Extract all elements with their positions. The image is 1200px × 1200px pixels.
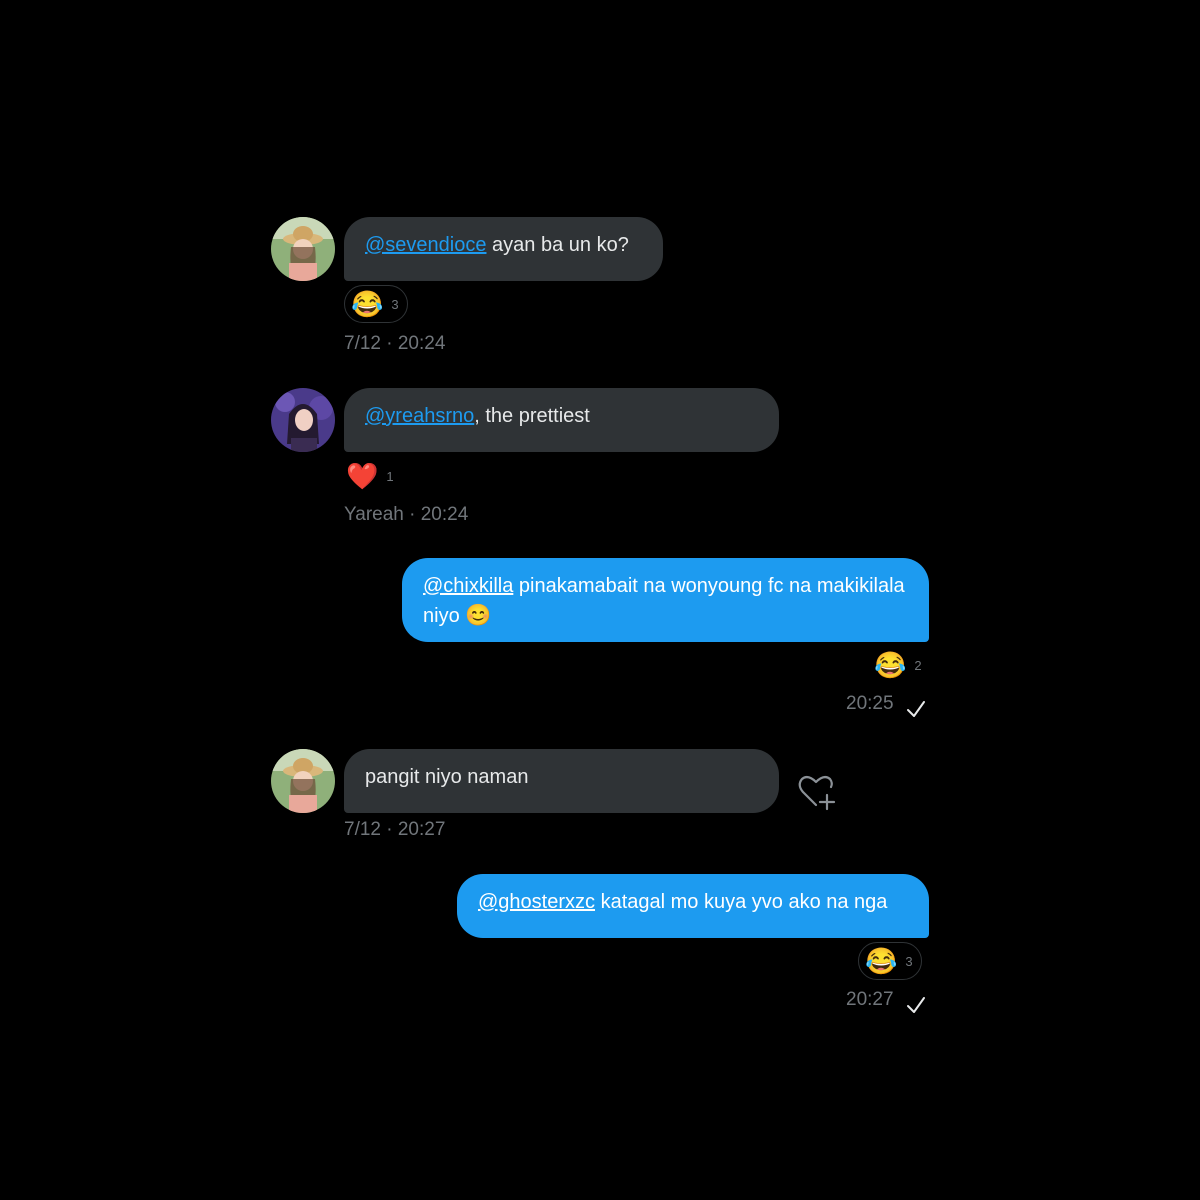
reaction-count: 3 xyxy=(905,953,913,969)
reaction-badge[interactable]: 😂 2 xyxy=(868,646,930,684)
message-timestamp: 7/12 · 20:24 xyxy=(344,333,446,354)
sent-check-icon xyxy=(907,701,925,717)
girl-in-straw-hat-avatar-icon xyxy=(271,749,335,813)
message-bubble[interactable]: @ghosterxzc katagal mo kuya yvo ako na n… xyxy=(457,874,929,938)
reaction-badge[interactable]: 😂 3 xyxy=(344,285,408,323)
message-timestamp: Yareah · 20:24 xyxy=(344,504,469,525)
message-bubble[interactable]: @chixkilla pinakamabait na wonyoung fc n… xyxy=(402,558,929,642)
girl-in-straw-hat-avatar-icon xyxy=(271,217,335,281)
message-text: pangit niyo naman xyxy=(365,766,529,788)
sender-avatar[interactable] xyxy=(271,388,335,452)
tears-of-joy-emoji: 😂 xyxy=(865,946,898,976)
message-text: katagal mo kuya yvo ako na nga xyxy=(595,891,888,913)
sender-avatar[interactable] xyxy=(271,749,335,813)
mention-link[interactable]: @yreahsrno xyxy=(365,405,474,427)
sender-avatar[interactable] xyxy=(271,217,335,281)
red-heart-emoji: ❤️ xyxy=(346,461,379,491)
mention-link[interactable]: @ghosterxzc xyxy=(478,891,595,913)
message-text: ayan ba un ko? xyxy=(486,234,629,256)
heart-plus-icon[interactable] xyxy=(795,771,837,813)
message-bubble[interactable]: pangit niyo naman xyxy=(344,749,779,813)
mention-link[interactable]: @chixkilla xyxy=(423,575,513,597)
reaction-count: 2 xyxy=(914,657,922,673)
message-text: , the prettiest xyxy=(474,405,590,427)
message-timestamp: 20:27 xyxy=(846,989,894,1010)
sent-check-icon xyxy=(907,997,925,1013)
reaction-count: 3 xyxy=(391,296,399,312)
mention-link[interactable]: @sevendioce xyxy=(365,234,486,256)
reaction-count: 1 xyxy=(386,468,394,484)
message-bubble[interactable]: @yreahsrno, the prettiest xyxy=(344,388,779,452)
reaction-badge[interactable]: 😂 3 xyxy=(858,942,922,980)
girl-purple-background-avatar-icon xyxy=(271,388,335,452)
reaction-badge[interactable]: ❤️ 1 xyxy=(340,457,402,495)
message-timestamp: 20:25 xyxy=(846,693,894,714)
smiling-face-emoji: 😊 xyxy=(465,604,492,627)
tears-of-joy-emoji: 😂 xyxy=(874,650,907,680)
message-bubble[interactable]: @sevendioce ayan ba un ko? xyxy=(344,217,663,281)
message-timestamp: 7/12 · 20:27 xyxy=(344,819,446,840)
tears-of-joy-emoji: 😂 xyxy=(351,289,384,319)
